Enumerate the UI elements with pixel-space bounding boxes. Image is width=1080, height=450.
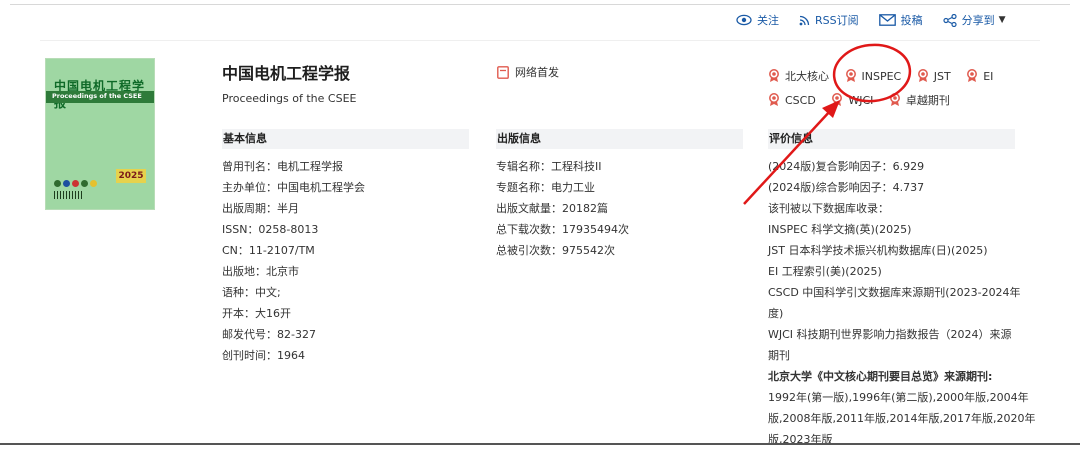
- info-row-sponsor: 主办单位：中国电机工程学会: [222, 181, 365, 194]
- publish-info-list: 专辑名称：工程科技II 专题名称：电力工业 出版文献量：20182篇 总下载次数…: [496, 156, 742, 261]
- header-divider: [40, 40, 1040, 41]
- info-row-wjci: WJCI 科技期刊世界影响力指数报告（2024）来源: [768, 328, 1012, 341]
- evaluation-info-list: (2024版)复合影响因子：6.929 (2024版)综合影响因子：4.737 …: [768, 156, 1036, 450]
- info-row-founded: 创刊时间：1964: [222, 349, 305, 362]
- publish-info-heading: 出版信息: [496, 129, 743, 149]
- info-row-cn: CN：11-2107/TM: [222, 244, 315, 257]
- tag-label: EI: [983, 69, 994, 83]
- info-row-former-name: 曾用刊名：电机工程学报: [222, 160, 343, 173]
- submit-button[interactable]: 投稿: [878, 12, 923, 28]
- document-icon: [497, 65, 509, 79]
- info-row-cscd-cont: 度): [768, 307, 784, 320]
- network-first-label: 网络首发: [515, 66, 559, 79]
- info-row-pku-editions-1: 1992年(第一版),1996年(第二版),2000年版,2004年: [768, 391, 1029, 404]
- tag-label: CSCD: [785, 93, 816, 107]
- eye-icon: [736, 14, 752, 26]
- cover-logos: [54, 177, 116, 187]
- award-badge-icon: [769, 69, 779, 82]
- basic-info-heading: 基本信息: [222, 129, 469, 149]
- info-row-pku-editions-3: 版,2023年版: [768, 433, 833, 446]
- rss-label: RSS订阅: [815, 14, 859, 27]
- tag-ei[interactable]: EI: [966, 64, 993, 88]
- info-row-pku-editions-2: 版,2008年版,2011年版,2014年版,2017年版,2020年: [768, 412, 1036, 425]
- info-row-composite-if: (2024版)复合影响因子：6.929: [768, 160, 925, 173]
- tag-excellence[interactable]: 卓越期刊: [889, 88, 950, 112]
- tag-label: 卓越期刊: [905, 94, 950, 107]
- tag-jst[interactable]: JST: [917, 64, 951, 88]
- basic-info-list: 曾用刊名：电机工程学报 主办单位：中国电机工程学会 出版周期：半月 ISSN：0…: [222, 156, 468, 366]
- index-tags: 北大核心 INSPEC JST EI CSCD WJCI 卓越期刊: [768, 64, 1028, 112]
- journal-toolbar: 关注 RSS订阅 投稿 分享到 ▼: [736, 10, 1026, 30]
- follow-label: 关注: [757, 14, 779, 27]
- award-badge-icon: [889, 93, 900, 106]
- info-row-language: 语种：中文;: [222, 286, 281, 299]
- info-row-postal-code: 邮发代号：82-327: [222, 328, 316, 341]
- tag-wjci[interactable]: WJCI: [831, 88, 873, 112]
- tag-cscd[interactable]: CSCD: [768, 88, 816, 112]
- award-badge-icon: [832, 93, 843, 106]
- info-row-ei: EI 工程索引(美)(2025): [768, 265, 882, 278]
- cover-barcode: [54, 191, 84, 199]
- award-badge-icon: [769, 93, 779, 106]
- info-row-topic: 专题名称：电力工业: [496, 181, 595, 194]
- evaluation-info-heading: 评价信息: [768, 129, 1015, 149]
- info-row-article-count: 出版文献量：20182篇: [496, 202, 608, 215]
- award-badge-icon: [967, 69, 978, 82]
- follow-button[interactable]: 关注: [736, 12, 779, 28]
- award-badge-icon: [917, 69, 928, 82]
- envelope-icon: [878, 14, 896, 26]
- journal-cover-image[interactable]: 中国电机工程学报 Proceedings of the CSEE 2025: [45, 58, 155, 210]
- chevron-down-icon: ▼: [998, 15, 1006, 25]
- info-row-location: 出版地：北京市: [222, 265, 299, 278]
- cover-subtitle: Proceedings of the CSEE: [52, 92, 142, 100]
- submit-label: 投稿: [900, 14, 923, 27]
- info-row-format: 开本：大16开: [222, 307, 291, 320]
- info-row-album: 专辑名称：工程科技II: [496, 160, 602, 173]
- cover-issue: 2025: [116, 169, 146, 183]
- tag-inspec[interactable]: INSPEC: [845, 64, 902, 88]
- journal-title: 中国电机工程学报: [222, 64, 351, 83]
- share-icon: [943, 13, 957, 27]
- network-first-badge[interactable]: 网络首发: [497, 64, 559, 80]
- top-border: [10, 4, 1070, 5]
- info-row-citations: 总被引次数：975542次: [496, 244, 615, 257]
- info-row-issn: ISSN：0258-8013: [222, 223, 319, 236]
- info-row-downloads: 总下载次数：17935494次: [496, 223, 629, 236]
- tag-label: INSPEC: [861, 69, 902, 83]
- info-row-cscd: CSCD 中国科学引文数据库来源期刊(2023-2024年: [768, 286, 1021, 299]
- info-row-inspec: INSPEC 科学文摘(英)(2025): [768, 223, 912, 236]
- tag-label: WJCI: [848, 93, 874, 107]
- info-row-frequency: 出版周期：半月: [222, 202, 299, 215]
- rss-icon: [799, 15, 810, 25]
- info-row-wjci-cont: 期刊: [768, 349, 790, 362]
- share-label: 分享到: [961, 14, 995, 27]
- info-row-pku-core: 北京大学《中文核心期刊要目总览》来源期刊:: [768, 370, 993, 383]
- tag-label: 北大核心: [785, 70, 829, 83]
- journal-english-title: Proceedings of the CSEE: [222, 92, 357, 105]
- award-badge-icon: [845, 69, 856, 82]
- info-row-indexed-by: 该刊被以下数据库收录：: [768, 202, 889, 215]
- tag-pku-core[interactable]: 北大核心: [768, 64, 829, 88]
- rss-button[interactable]: RSS订阅: [799, 12, 859, 28]
- share-button[interactable]: 分享到 ▼: [943, 12, 1006, 28]
- tag-label: JST: [933, 69, 951, 83]
- info-row-comprehensive-if: (2024版)综合影响因子：4.737: [768, 181, 925, 194]
- info-row-jst: JST 日本科学技术振兴机构数据库(日)(2025): [768, 244, 988, 257]
